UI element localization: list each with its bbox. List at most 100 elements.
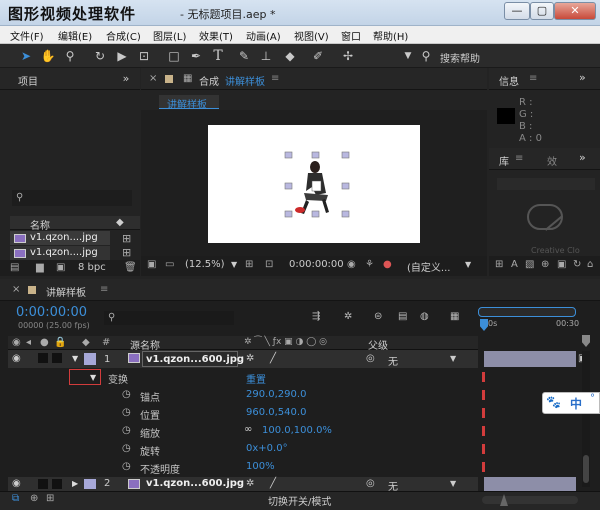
region-icon[interactable]: ⊞ [245, 259, 253, 270]
chevron-down-icon[interactable]: ▼ [231, 260, 237, 269]
close-button[interactable]: ✕ [554, 2, 596, 20]
eraser-tool-icon[interactable]: ◆ [282, 48, 298, 64]
comp-tab-name[interactable]: 讲解样板 [225, 73, 265, 88]
expand-arrow-icon[interactable]: ▶ [72, 479, 78, 488]
shy-switch-icon[interactable]: ✲ [246, 353, 254, 364]
toggle-in-out-icon[interactable]: ⊞ [46, 493, 54, 504]
frame-blending-icon[interactable]: ▤ [398, 311, 407, 322]
library-tab[interactable]: 库 [499, 153, 509, 168]
graphics-icon[interactable]: ▧ [525, 259, 534, 270]
char-style-icon[interactable]: A [511, 259, 518, 270]
timeline-tab[interactable]: 讲解样板 [46, 284, 86, 299]
lock-toggle[interactable] [52, 479, 62, 489]
menu-help[interactable]: 帮助(H) [373, 28, 408, 43]
comp-tab-prefix[interactable]: 合成 [199, 73, 219, 88]
expand-arrow-icon[interactable]: ▼ [90, 373, 96, 382]
panel-expand-icon[interactable]: » [579, 71, 586, 84]
constrain-link-icon[interactable]: ∞ [244, 424, 252, 435]
text-tool-icon[interactable]: T [210, 48, 226, 64]
stopwatch-icon[interactable]: ◷ [122, 443, 131, 454]
close-tab-icon[interactable]: × [12, 284, 20, 295]
menu-lines-icon[interactable]: ≡ [100, 284, 108, 295]
playhead-handle[interactable] [480, 319, 488, 331]
transform-label[interactable]: 变换 [108, 371, 128, 386]
scrollbar-thumb[interactable] [583, 455, 589, 483]
draft-3d-icon[interactable]: ✲ [344, 311, 352, 322]
selection-tool-icon[interactable]: ➤ [18, 48, 34, 64]
timeline-timecode[interactable]: 0:00:00:00 [16, 305, 87, 320]
toggle-layer-switches-icon[interactable]: ⧉ [12, 493, 19, 504]
eye-icon[interactable]: ◉ [12, 478, 21, 489]
pan-behind-tool-icon[interactable]: ⊡ [136, 48, 152, 64]
show-snapshot-icon[interactable]: ⚘ [365, 259, 374, 270]
menu-lines-icon[interactable]: ≡ [271, 73, 279, 84]
graph-editor-icon[interactable]: ▦ [450, 311, 459, 322]
prop-value[interactable]: 100% [246, 461, 275, 472]
solo-toggle[interactable] [38, 479, 48, 489]
minimize-button[interactable]: — [504, 2, 530, 20]
color-icon[interactable]: ⊞ [495, 259, 503, 270]
zoom-tool-icon[interactable]: ⚲ [62, 48, 78, 64]
pick-whip-icon[interactable]: ◎ [366, 478, 375, 489]
resolution-dropdown[interactable]: (自定义... [407, 259, 450, 274]
quality-switch-icon[interactable]: ╱ [270, 353, 276, 364]
lock-toggle[interactable] [52, 353, 62, 363]
effects-tab[interactable]: 效 [547, 153, 557, 168]
toggle-transfer-icon[interactable]: ⊕ [30, 493, 38, 504]
chevron-down-icon[interactable]: ▼ [450, 479, 456, 488]
brush-tool-icon[interactable]: ✎ [236, 48, 252, 64]
menu-effect[interactable]: 效果(T) [199, 28, 233, 43]
comp-timecode[interactable]: 0:00:00:00 [289, 259, 344, 270]
search-help-icon[interactable]: ⚲ [418, 48, 434, 64]
new-folder-icon[interactable]: ▆ [36, 262, 44, 273]
expand-arrow-icon[interactable]: ▼ [72, 354, 78, 363]
motion-blur-icon[interactable]: ◍ [420, 311, 429, 322]
menu-window[interactable]: 窗口 [341, 28, 361, 43]
monitor-icon[interactable]: ▭ [165, 259, 174, 270]
comp-canvas[interactable] [208, 125, 420, 243]
snapshot-icon[interactable]: ◉ [347, 259, 356, 270]
layer-duration-bar[interactable] [484, 477, 576, 491]
grid-icon[interactable]: ⊡ [265, 259, 273, 270]
solo-toggle[interactable] [38, 353, 48, 363]
stopwatch-icon[interactable]: ◷ [122, 407, 131, 418]
menu-animation[interactable]: 动画(A) [246, 28, 281, 43]
pick-whip-icon[interactable]: ◎ [366, 353, 375, 364]
menu-lines-icon[interactable]: ≡ [529, 73, 537, 84]
menu-file[interactable]: 文件(F) [10, 28, 44, 43]
timeline-search-input[interactable] [104, 311, 234, 325]
close-tab-icon[interactable]: × [149, 73, 157, 84]
trash-icon[interactable]: 🗑 [124, 262, 137, 273]
prop-value[interactable]: 0x+0.0° [246, 443, 288, 454]
new-comp-icon[interactable]: ▣ [56, 262, 65, 273]
channel-icon[interactable]: ● [383, 259, 392, 270]
layer-label-color[interactable] [84, 353, 96, 365]
pen-tool-icon[interactable]: ✒ [188, 48, 204, 64]
menu-composition[interactable]: 合成(C) [106, 28, 141, 43]
always-preview-icon[interactable]: ▣ [147, 259, 156, 270]
stopwatch-icon[interactable]: ◷ [122, 461, 131, 472]
puppet-pin-tool-icon[interactable]: ✢ [340, 48, 356, 64]
interpret-footage-icon[interactable]: ▤ [10, 262, 19, 273]
stopwatch-icon[interactable]: ◷ [122, 389, 131, 400]
column-name-header[interactable]: 名称 [30, 217, 50, 232]
roto-brush-tool-icon[interactable]: ✐ [310, 48, 326, 64]
toggle-switches-modes[interactable]: 切换开关/模式 [268, 493, 331, 508]
ruler-end-marker[interactable] [582, 335, 590, 347]
prop-value[interactable]: 100.0,100.0% [262, 425, 332, 436]
menu-view[interactable]: 视图(V) [294, 28, 329, 43]
menu-edit[interactable]: 编辑(E) [58, 28, 92, 43]
layer-label-color[interactable] [84, 479, 96, 489]
search-help-label[interactable]: 搜索帮助 [440, 50, 480, 65]
clone-stamp-tool-icon[interactable]: ⊥ [258, 48, 274, 64]
zoom-slider[interactable] [482, 496, 578, 504]
trash-icon[interactable]: ⌂ [587, 259, 593, 270]
panel-expand-icon[interactable]: » [579, 151, 586, 164]
eye-icon[interactable]: ◉ [12, 353, 21, 364]
library-search-input[interactable] [497, 178, 595, 190]
info-tab[interactable]: 信息 [499, 73, 519, 88]
sync-icon[interactable]: ↻ [573, 259, 581, 270]
shy-layers-icon[interactable]: ⊜ [374, 311, 382, 322]
prop-value[interactable]: 290.0,290.0 [246, 389, 306, 400]
parent-value[interactable]: 无 [388, 353, 398, 368]
